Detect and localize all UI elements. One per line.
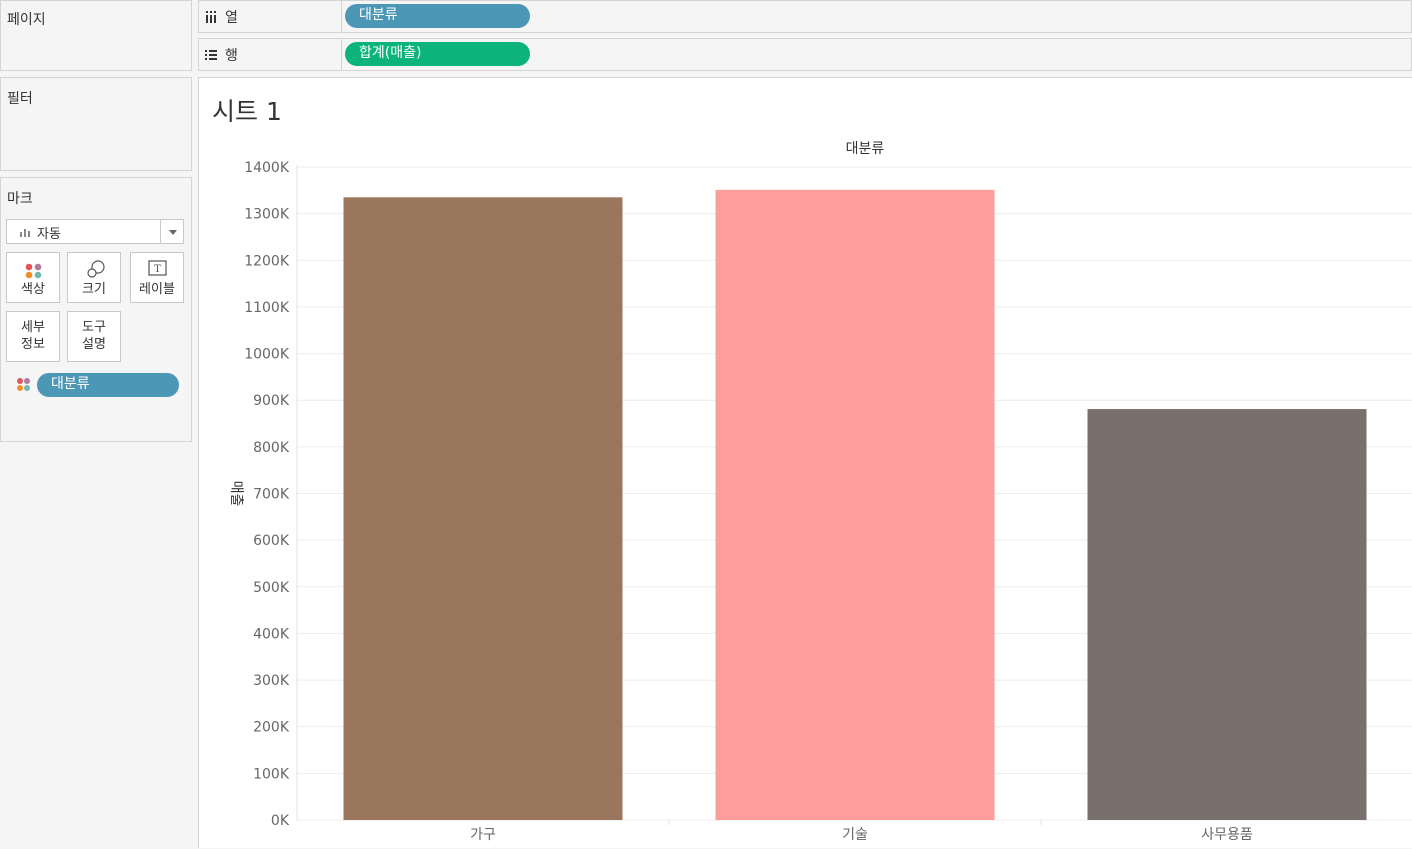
color-encoding-icon: [17, 378, 30, 391]
size-label: 크기: [82, 282, 106, 297]
y-tick-label: 200K: [253, 720, 290, 736]
color-button[interactable]: 색상: [6, 252, 60, 303]
svg-text:T: T: [154, 264, 161, 275]
marks-panel: 마크: [0, 177, 192, 442]
y-tick-label: 700K: [253, 487, 290, 503]
mark-type-dropdown[interactable]: 자동: [6, 219, 184, 244]
y-tick-label: 1100K: [244, 300, 290, 316]
y-tick-label: 100K: [253, 766, 290, 782]
x-tick-label: 사무용품: [1201, 827, 1253, 843]
columns-shelf-label: 열: [205, 7, 238, 27]
y-tick-label: 1200K: [244, 253, 290, 269]
marks-title: 마크: [7, 191, 33, 207]
mark-type-label: 자동: [37, 227, 61, 242]
bar-chart: 0K 100K 200K 300K 400K 500K 600K 700K 800K 900K 10…: [228, 141, 1412, 843]
rows-shelf: 행 합계(매출): [198, 38, 1412, 71]
columns-label: 열: [225, 10, 238, 26]
y-tick-label: 300K: [253, 673, 290, 689]
y-tick-label: 1300K: [244, 207, 290, 223]
y-axis-title: 매출: [228, 481, 244, 507]
tooltip-label-line2: 설명: [82, 337, 106, 352]
dropdown-separator: [160, 220, 161, 243]
detail-label-line2: 정보: [21, 337, 45, 352]
size-icon: [87, 260, 105, 278]
label-label: 레이블: [139, 282, 175, 297]
color-icon: [25, 263, 42, 279]
rows-label: 행: [225, 48, 238, 64]
filters-panel[interactable]: 필터: [0, 77, 192, 171]
rows-icon: [205, 50, 217, 60]
rows-shelf-label: 행: [205, 45, 238, 65]
filters-title: 필터: [7, 91, 33, 107]
chevron-down-icon[interactable]: [169, 230, 177, 235]
bar: [343, 197, 623, 820]
y-tick-label: 800K: [253, 440, 290, 456]
y-tick-label: 1000K: [244, 347, 290, 363]
column-header: 대분류: [846, 141, 885, 157]
text-label-icon: T: [148, 260, 167, 276]
bar: [715, 189, 995, 821]
size-button[interactable]: 크기: [67, 252, 121, 303]
viz-area: 시트 1 0K 100K 200K 300K 400K 500K 600K 700K 800K 9…: [198, 77, 1412, 848]
y-tick-label: 0K: [271, 813, 290, 829]
label-button[interactable]: T 레이블: [130, 252, 184, 303]
bar: [1087, 409, 1367, 820]
color-label: 색상: [21, 282, 45, 297]
y-tick-label: 1400K: [244, 160, 290, 176]
columns-shelf: 열 대분류: [198, 0, 1412, 33]
tooltip-button[interactable]: 도구 설명: [67, 311, 121, 362]
rows-pill[interactable]: 합계(매출): [345, 42, 530, 66]
x-tick-label: 가구: [470, 827, 496, 843]
shelf-divider: [341, 39, 342, 70]
pages-title: 페이지: [7, 12, 46, 28]
columns-pill[interactable]: 대분류: [345, 4, 530, 28]
y-tick-label: 900K: [253, 393, 290, 409]
x-tick-label: 기술: [842, 827, 868, 843]
y-tick-label: 500K: [253, 580, 290, 596]
shelf-divider: [341, 1, 342, 32]
pages-panel: 페이지: [0, 0, 192, 71]
detail-button[interactable]: 세부 정보: [6, 311, 60, 362]
color-field-pill[interactable]: 대분류: [37, 373, 179, 397]
bar-chart-icon: [20, 229, 30, 237]
columns-icon: [206, 11, 216, 23]
detail-label-line1: 세부: [21, 320, 45, 335]
y-tick-label: 400K: [253, 626, 290, 642]
tooltip-label-line1: 도구: [82, 320, 106, 335]
y-tick-label: 600K: [253, 533, 290, 549]
